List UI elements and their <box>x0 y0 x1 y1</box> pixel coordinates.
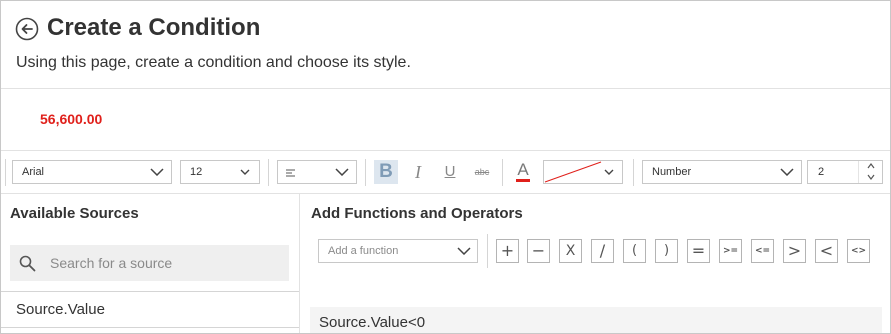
page-title: Create a Condition <box>47 14 261 41</box>
operator-gte-button[interactable]: >= <box>719 239 742 263</box>
create-condition-page: Create a Condition Using this page, crea… <box>0 0 891 334</box>
chevron-down-icon <box>604 169 614 175</box>
source-list: Source.Value <box>1 291 299 333</box>
font-color-swatch <box>516 179 530 182</box>
chevron-up-icon[interactable] <box>867 163 875 169</box>
toolbar-separator <box>502 159 503 186</box>
list-item[interactable]: Source.Value <box>1 292 299 328</box>
chevron-down-icon[interactable] <box>867 174 875 180</box>
strikethrough-button[interactable]: abc <box>470 160 494 184</box>
decimal-places-value: 2 <box>818 166 825 178</box>
operator-not-equal-button[interactable]: <> <box>847 239 870 263</box>
source-search[interactable] <box>10 245 289 281</box>
chevron-down-icon <box>457 247 471 255</box>
condition-expression[interactable]: Source.Value<0 <box>319 314 425 331</box>
operator-minus-button[interactable]: − <box>527 239 550 263</box>
add-function-placeholder: Add a function <box>328 245 399 257</box>
no-color-icon <box>544 161 602 183</box>
bold-button[interactable]: B <box>374 160 398 184</box>
style-preview-value: 56,600.00 <box>40 111 103 127</box>
underline-button[interactable]: U <box>438 160 462 184</box>
operator-plus-button[interactable]: + <box>496 239 519 263</box>
stepper-arrows <box>858 161 882 183</box>
back-arrow-icon[interactable] <box>15 17 39 41</box>
operator-lte-button[interactable]: <= <box>751 239 774 263</box>
alignment-select[interactable] <box>277 160 357 184</box>
operator-gt-button[interactable]: > <box>783 239 806 263</box>
font-family-select[interactable]: Arial <box>12 160 172 184</box>
align-left-icon <box>286 169 295 177</box>
operator-lt-button[interactable]: < <box>815 239 838 263</box>
number-format-value: Number <box>652 166 692 178</box>
toolbar-separator <box>365 159 366 186</box>
toolbar-separator <box>487 234 488 268</box>
italic-button[interactable]: I <box>406 160 430 184</box>
operator-divide-button[interactable]: / <box>591 239 614 263</box>
operator-open-paren-button[interactable]: ( <box>623 239 646 263</box>
chevron-down-icon <box>150 168 164 176</box>
font-color-button[interactable]: A <box>513 161 533 187</box>
toolbar-separator <box>633 159 634 186</box>
chevron-down-icon <box>780 168 794 176</box>
operator-multiply-button[interactable]: X <box>559 239 582 263</box>
font-size-select[interactable]: 12 <box>180 160 260 184</box>
page-subtitle: Using this page, create a condition and … <box>16 54 411 71</box>
available-sources-title: Available Sources <box>10 205 139 222</box>
operator-close-paren-button[interactable]: ) <box>655 239 678 263</box>
toolbar-separator <box>5 159 6 186</box>
operator-equals-button[interactable]: = <box>687 239 710 263</box>
decimal-places-stepper[interactable]: 2 <box>807 160 883 184</box>
font-family-value: Arial <box>22 166 45 178</box>
search-input[interactable] <box>50 245 285 281</box>
font-size-value: 12 <box>190 166 203 178</box>
panel-divider <box>299 194 300 333</box>
toolbar-separator <box>268 159 269 186</box>
background-color-picker[interactable] <box>543 160 623 184</box>
font-color-icon: A <box>517 160 529 179</box>
add-function-select[interactable]: Add a function <box>318 239 478 263</box>
chevron-down-icon <box>240 169 250 175</box>
chevron-down-icon <box>335 168 349 176</box>
divider <box>1 193 890 194</box>
number-format-select[interactable]: Number <box>642 160 802 184</box>
divider <box>1 88 890 89</box>
functions-operators-title: Add Functions and Operators <box>311 205 523 222</box>
condition-editor[interactable]: Source.Value<0 <box>310 307 882 333</box>
search-icon <box>19 255 36 272</box>
